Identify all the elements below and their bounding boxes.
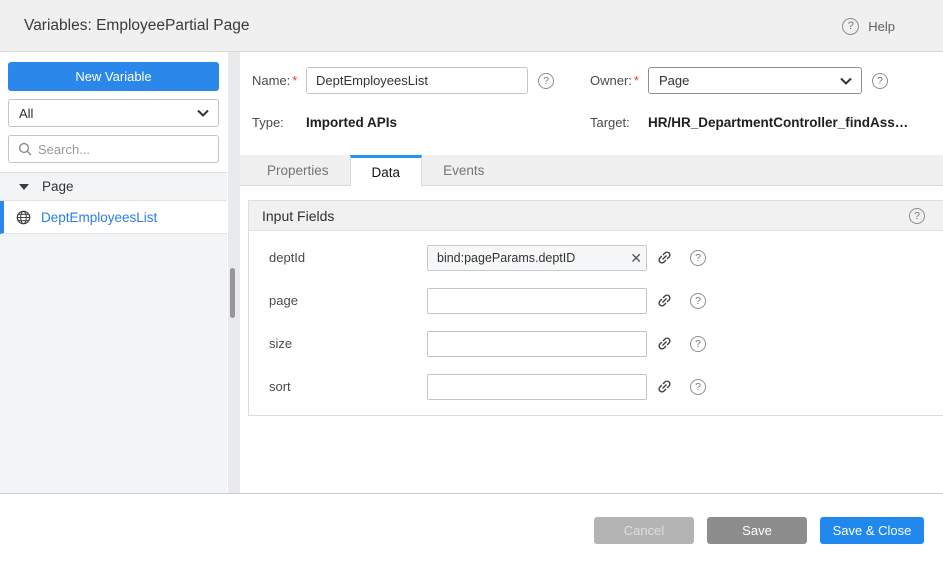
name-input[interactable] xyxy=(306,67,528,94)
size-value-input[interactable] xyxy=(427,331,647,357)
dialog-header: Variables: EmployeePartial Page ? Help xyxy=(0,0,943,52)
field-label: size xyxy=(269,336,427,351)
type-label: Type: xyxy=(252,115,306,130)
sort-value-input[interactable] xyxy=(427,374,647,400)
variables-tree: Page DeptEmployeesList xyxy=(0,172,227,493)
field-label: sort xyxy=(269,379,427,394)
name-label: Name:* xyxy=(252,73,306,88)
new-variable-button[interactable]: New Variable xyxy=(8,62,219,91)
caret-down-icon xyxy=(19,184,29,190)
panel-scrollbar[interactable] xyxy=(228,52,240,493)
name-help-icon[interactable]: ? xyxy=(538,73,554,89)
name-field-group: Name:* ? xyxy=(252,67,554,94)
input-field-row-page: page ? xyxy=(249,279,943,322)
variables-sidebar: New Variable All Page xyxy=(0,52,227,493)
help-label: Help xyxy=(868,19,895,34)
field-help-icon[interactable]: ? xyxy=(690,379,706,395)
search-icon xyxy=(18,142,32,156)
owner-select-value: Page xyxy=(659,73,689,88)
input-field-row-deptid: deptId ✕ ? xyxy=(249,236,943,279)
tree-group-page[interactable]: Page xyxy=(0,173,227,201)
sidebar-controls: New Variable All xyxy=(0,52,227,163)
variables-dialog: Variables: EmployeePartial Page ? Help N… xyxy=(0,0,943,563)
page-title: Variables: EmployeePartial Page xyxy=(24,17,249,35)
target-field-group: Target: HR/HR_DepartmentController_findA… xyxy=(590,115,908,130)
variable-filter-select[interactable]: All xyxy=(8,99,219,127)
footer-buttons: Cancel Save Save & Close xyxy=(594,517,924,544)
field-label: deptId xyxy=(269,250,427,265)
field-help-icon[interactable]: ? xyxy=(690,336,706,352)
globe-icon xyxy=(16,210,31,225)
cancel-button[interactable]: Cancel xyxy=(594,517,694,544)
scrollbar-thumb[interactable] xyxy=(230,268,235,318)
input-field-row-sort: sort ? xyxy=(249,365,943,408)
owner-label: Owner:* xyxy=(590,73,648,88)
input-fields-header: Input Fields ? xyxy=(249,201,943,231)
variable-filter-value: All xyxy=(19,106,33,121)
owner-field-group: Owner:* Page ? xyxy=(590,67,888,94)
bind-link-icon[interactable] xyxy=(656,249,673,266)
dialog-footer: Cancel Save Save & Close xyxy=(0,494,943,563)
tree-item-label: DeptEmployeesList xyxy=(41,210,157,225)
chevron-down-icon xyxy=(840,77,852,85)
field-label: page xyxy=(269,293,427,308)
page-value-input[interactable] xyxy=(427,288,647,314)
tab-properties[interactable]: Properties xyxy=(246,155,350,185)
target-label: Target: xyxy=(590,115,648,130)
field-help-icon[interactable]: ? xyxy=(690,250,706,266)
tree-item-deptemployeeslist[interactable]: DeptEmployeesList xyxy=(0,201,227,234)
bind-link-icon[interactable] xyxy=(656,292,673,309)
variable-detail-panel: Name:* ? Owner:* Page ? Type: Imported A… xyxy=(240,52,943,493)
variable-search xyxy=(8,135,219,163)
target-value: HR/HR_DepartmentController_findAss… xyxy=(648,115,908,130)
save-button[interactable]: Save xyxy=(707,517,807,544)
field-help-icon[interactable]: ? xyxy=(690,293,706,309)
help-link[interactable]: ? Help xyxy=(842,0,895,52)
save-and-close-button[interactable]: Save & Close xyxy=(820,517,924,544)
clear-binding-icon[interactable]: ✕ xyxy=(630,251,642,265)
input-fields-help-icon[interactable]: ? xyxy=(909,208,925,224)
chevron-down-icon xyxy=(197,109,209,117)
bind-link-icon[interactable] xyxy=(656,335,673,352)
required-asterisk: * xyxy=(634,73,639,88)
tree-group-label: Page xyxy=(42,179,74,194)
help-circle-icon: ? xyxy=(842,18,859,35)
input-fields-rows: deptId ✕ ? page xyxy=(249,231,943,415)
bind-link-icon[interactable] xyxy=(656,378,673,395)
input-fields-section: Input Fields ? deptId ✕ ? page xyxy=(248,200,943,416)
input-field-row-size: size ? xyxy=(249,322,943,365)
deptid-value-input[interactable] xyxy=(427,245,647,271)
input-fields-title: Input Fields xyxy=(262,208,334,224)
owner-select[interactable]: Page xyxy=(648,67,862,94)
owner-help-icon[interactable]: ? xyxy=(872,73,888,89)
type-value: Imported APIs xyxy=(306,115,397,130)
tab-events[interactable]: Events xyxy=(422,155,505,185)
search-input[interactable] xyxy=(32,142,218,157)
required-asterisk: * xyxy=(292,73,297,88)
detail-tabbar: Properties Data Events xyxy=(240,155,943,186)
tab-data[interactable]: Data xyxy=(350,155,423,186)
type-field-group: Type: Imported APIs xyxy=(252,115,397,130)
